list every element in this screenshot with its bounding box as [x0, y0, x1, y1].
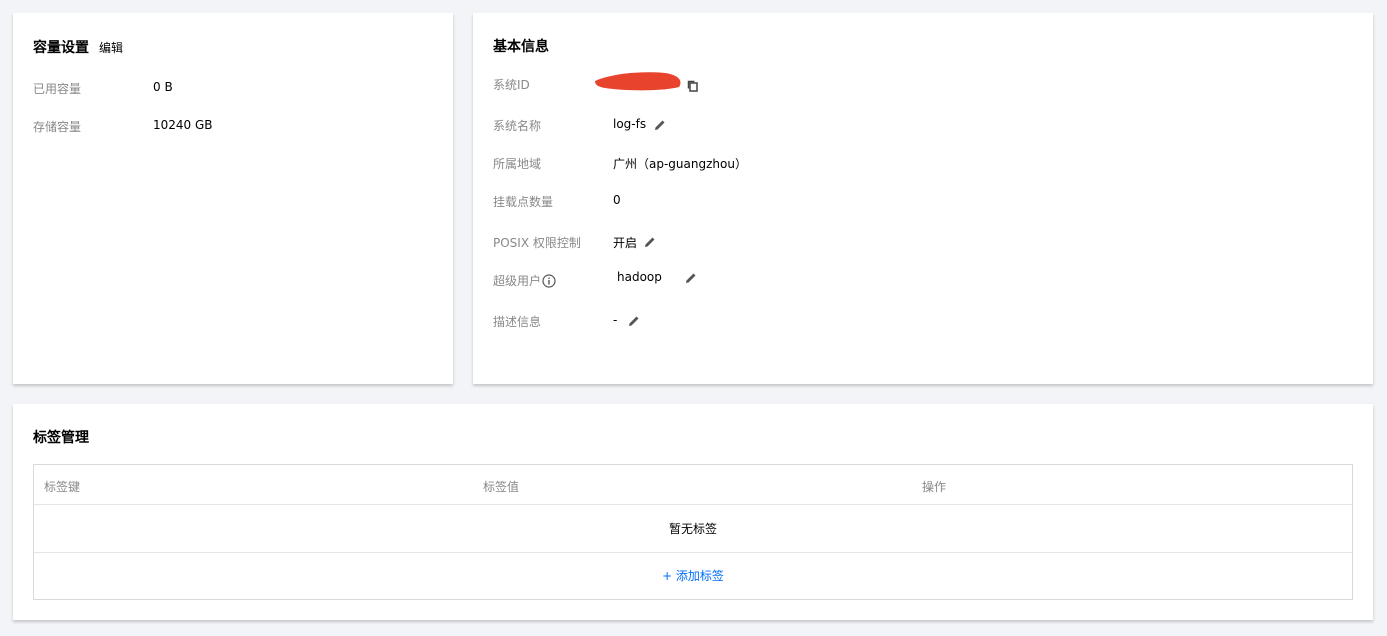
- basic-info-card: 基本信息 系统ID 系统名称 log-fs 所属地域 广州（ap-guangzh…: [473, 13, 1373, 384]
- capacity-card: 容量设置 编辑 已用容量 0 B 存储容量 10240 GB: [13, 13, 453, 384]
- tag-empty-state: 暂无标签: [34, 505, 1352, 553]
- storage-capacity-label: 存储容量: [33, 120, 82, 134]
- edit-name-pencil-icon[interactable]: [653, 118, 667, 132]
- capacity-title: 容量设置: [33, 40, 89, 56]
- add-tag-button[interactable]: + 添加标签: [34, 553, 1352, 600]
- edit-superuser-pencil-icon[interactable]: [684, 271, 698, 285]
- info-icon[interactable]: [542, 274, 556, 288]
- tag-table-header: 标签键 标签值 操作: [34, 465, 1352, 505]
- tag-table: 标签键 标签值 操作 暂无标签 + 添加标签: [33, 464, 1353, 600]
- posix-value: 开启: [613, 236, 638, 250]
- superuser-value: hadoop: [617, 270, 662, 284]
- mount-count-value: 0: [613, 193, 621, 207]
- system-name-value: log-fs: [613, 117, 647, 131]
- used-capacity-label: 已用容量: [33, 82, 82, 96]
- copy-icon[interactable]: [686, 79, 700, 93]
- mount-count-label: 挂载点数量: [493, 195, 554, 209]
- column-tag-value: 标签值: [483, 480, 520, 494]
- description-label: 描述信息: [493, 315, 542, 329]
- region-value: 广州（ap-guangzhou）: [613, 157, 747, 171]
- redacted-system-id: [595, 72, 681, 91]
- used-capacity-value: 0 B: [153, 80, 173, 94]
- description-value: -: [613, 313, 618, 327]
- tag-management-title: 标签管理: [33, 430, 89, 446]
- tag-management-card: 标签管理 标签键 标签值 操作 暂无标签 + 添加标签: [13, 404, 1373, 620]
- capacity-edit-link[interactable]: 编辑: [99, 39, 123, 56]
- storage-capacity-value: 10240 GB: [153, 118, 213, 132]
- superuser-label: 超级用户: [493, 274, 542, 288]
- edit-posix-pencil-icon[interactable]: [643, 235, 657, 249]
- column-actions: 操作: [922, 480, 947, 494]
- posix-label: POSIX 权限控制: [493, 236, 581, 250]
- column-tag-key: 标签键: [44, 480, 81, 494]
- region-label: 所属地域: [493, 157, 542, 171]
- system-name-label: 系统名称: [493, 119, 542, 133]
- edit-description-pencil-icon[interactable]: [627, 314, 641, 328]
- system-id-label: 系统ID: [493, 78, 530, 92]
- basic-info-title: 基本信息: [493, 39, 549, 55]
